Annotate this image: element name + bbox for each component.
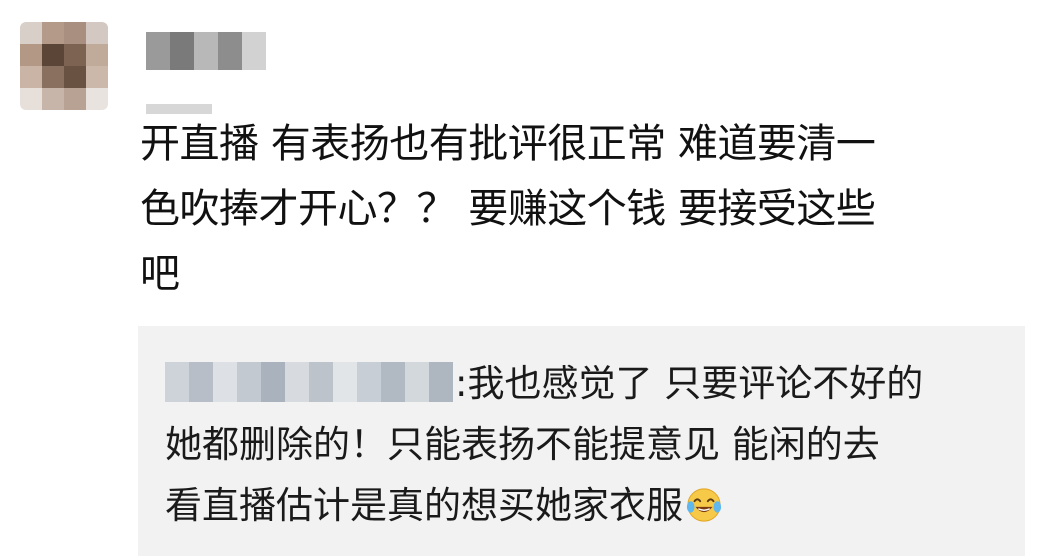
- reply-line-1: :我也感觉了 只要评论不好的: [165, 353, 1005, 414]
- reply-line-2: 她都删除的！只能表扬不能提意见 能闲的去: [165, 414, 1005, 475]
- comment-line-3: 吧: [140, 251, 180, 297]
- reply-line-3: 看直播估计是真的想买她家衣服: [165, 475, 1005, 536]
- laughing-tears-emoji-icon: [686, 487, 722, 522]
- reply-separator: :: [455, 362, 468, 405]
- comment-text: 开直播 有表扬也有批评很正常 难道要清一 色吹捧才开心？？ 要赚这个钱 要接受这些…: [140, 112, 1035, 307]
- reply-text-2: 她都删除的！只能表扬不能提意见 能闲的去: [165, 423, 880, 466]
- reply-text-3: 看直播估计是真的想买她家衣服: [165, 484, 683, 527]
- comment-line-2: 色吹捧才开心？？ 要赚这个钱 要接受这些: [140, 186, 876, 232]
- reply-text-1: 我也感觉了 只要评论不好的: [467, 362, 924, 405]
- reply-username-censored[interactable]: [165, 361, 453, 402]
- username-censored[interactable]: [146, 32, 266, 70]
- comment-line-1: 开直播 有表扬也有批评很正常 难道要清一: [140, 121, 876, 167]
- avatar[interactable]: [20, 22, 108, 110]
- reply-box[interactable]: :我也感觉了 只要评论不好的 她都删除的！只能表扬不能提意见 能闲的去 看直播估…: [138, 326, 1025, 556]
